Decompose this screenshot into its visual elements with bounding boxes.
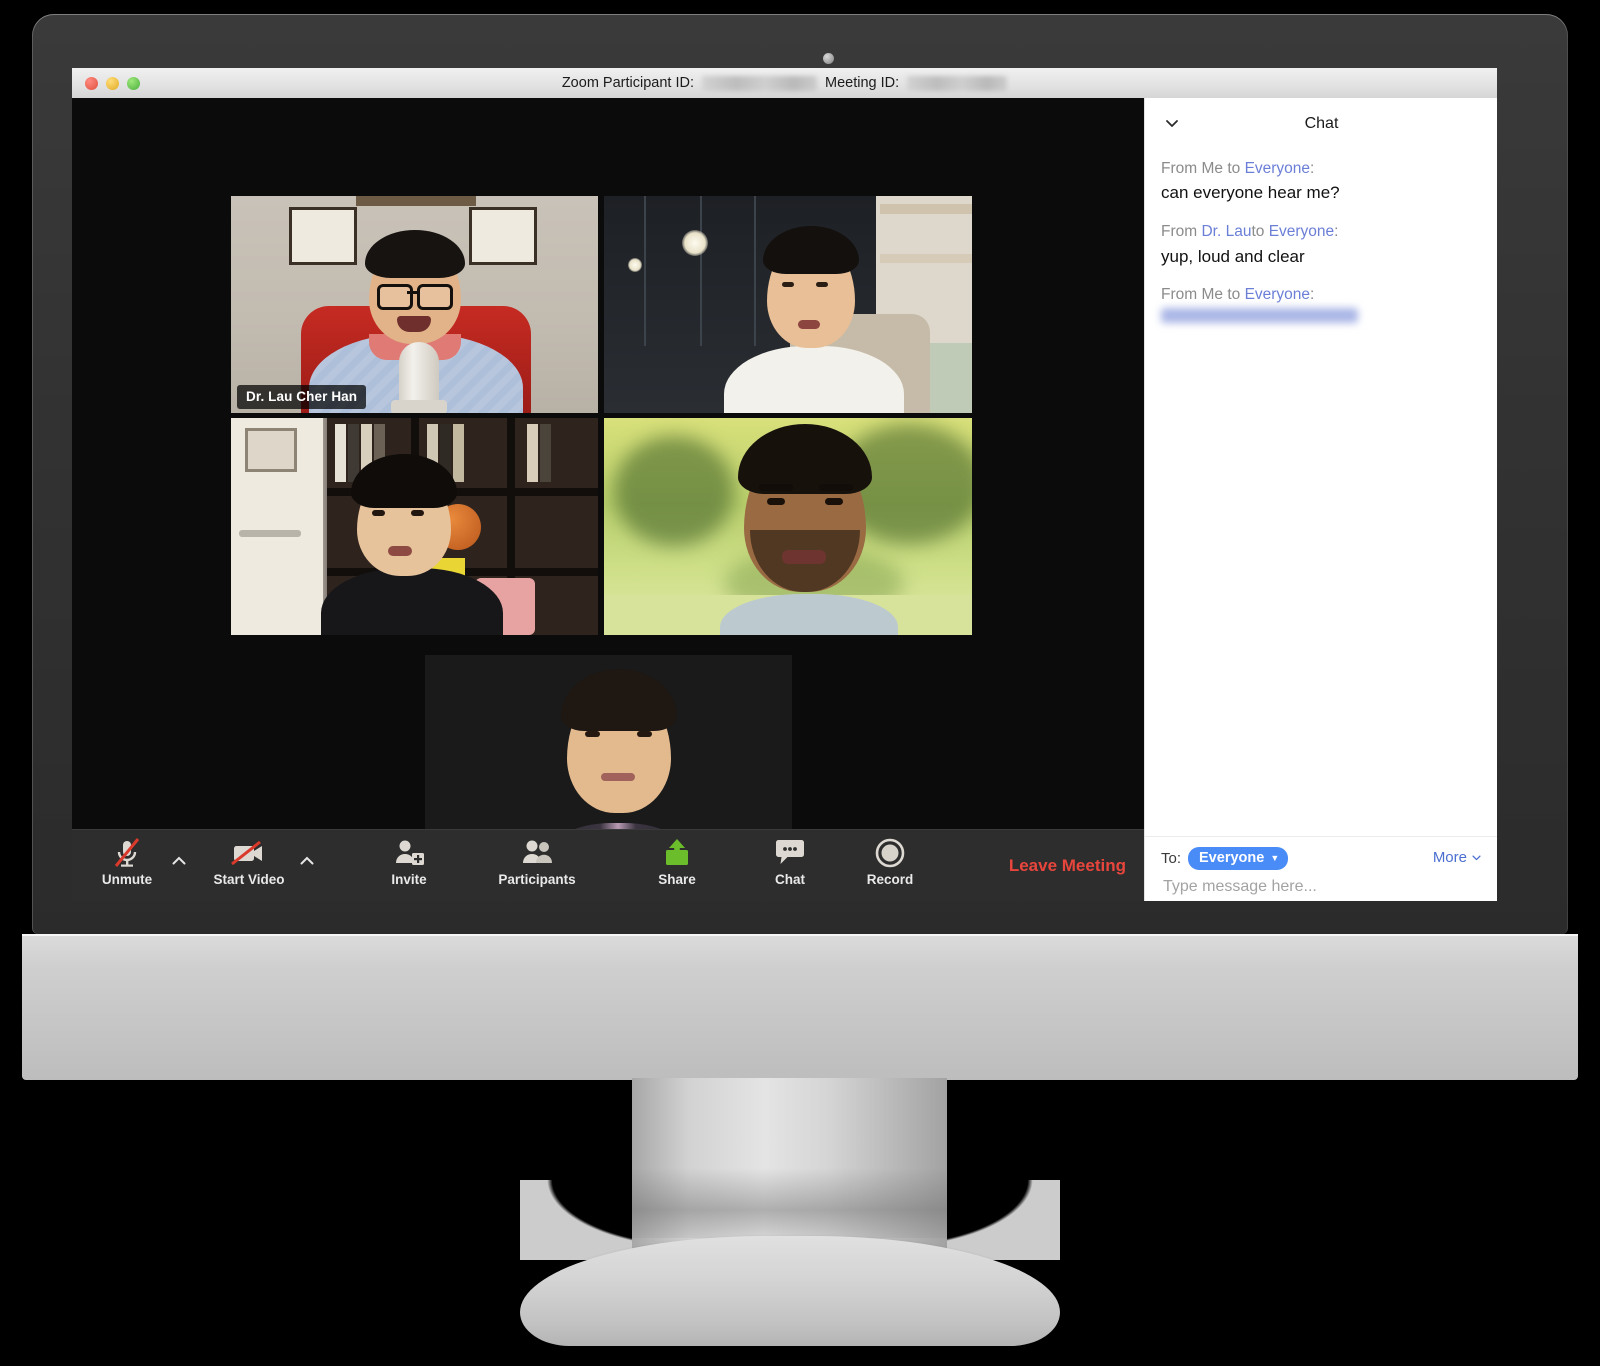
video-tile-participant-2[interactable]	[604, 196, 972, 413]
zoom-application-window: Zoom Participant ID: Meeting ID: Dr. Lau…	[72, 68, 1497, 901]
chat-message: From Me to Everyone: can everyone hear m…	[1161, 158, 1482, 206]
share-screen-icon	[661, 836, 693, 870]
microphone-muted-icon	[110, 836, 144, 870]
participants-label: Participants	[498, 872, 576, 887]
invite-person-icon	[393, 836, 425, 870]
share-screen-button[interactable]: Share	[634, 836, 720, 887]
invite-label: Invite	[391, 872, 427, 887]
monitor-chin	[22, 934, 1578, 1080]
participant-id-value	[702, 75, 817, 91]
chat-panel-header: Chat	[1145, 98, 1497, 150]
chat-panel: Chat From Me to Everyone: can everyone h…	[1144, 98, 1497, 901]
chat-msg-suffix: :	[1334, 223, 1339, 241]
video-tile-participant-4[interactable]	[604, 418, 972, 635]
window-titlebar: Zoom Participant ID: Meeting ID:	[72, 68, 1497, 99]
video-gallery: Dr. Lau Cher Han	[72, 98, 1144, 872]
chat-message-header: From Me to Everyone:	[1161, 158, 1482, 180]
video-tile-participant-3[interactable]	[231, 418, 598, 635]
record-button[interactable]: Record	[847, 836, 933, 887]
chevron-down-icon[interactable]	[1161, 112, 1183, 134]
chat-message: From Me to Everyone:	[1161, 284, 1482, 327]
record-circle-icon	[874, 836, 906, 870]
chat-msg-suffix: :	[1310, 160, 1315, 177]
chat-msg-recipient: Everyone	[1268, 223, 1335, 241]
chat-to-label: To:	[1161, 850, 1182, 867]
video-options-caret[interactable]	[296, 850, 318, 872]
chat-message-header: From Dr. Lauto Everyone:	[1161, 221, 1482, 243]
chat-msg-prefix: From	[1161, 223, 1202, 241]
chat-label: Chat	[775, 872, 805, 887]
chat-msg-suffix: :	[1310, 286, 1315, 304]
participant-name-tag: Dr. Lau Cher Han	[237, 385, 367, 409]
start-video-label: Start Video	[213, 872, 285, 887]
unmute-label: Unmute	[101, 872, 153, 887]
chat-msg-middle: to	[1223, 160, 1245, 177]
chevron-down-icon	[1472, 855, 1481, 861]
chat-message: From Dr. Lauto Everyone: yup, loud and c…	[1161, 221, 1482, 269]
participants-button[interactable]: Participants	[494, 836, 580, 887]
unmute-button[interactable]: Unmute	[84, 836, 170, 887]
chat-message-body: yup, loud and clear	[1161, 246, 1305, 266]
share-label: Share	[658, 872, 696, 887]
chat-msg-prefix: From	[1161, 160, 1202, 177]
invite-button[interactable]: Invite	[366, 836, 452, 887]
chat-msg-sender: Me	[1201, 286, 1224, 304]
chat-message-body-redacted[interactable]	[1161, 307, 1358, 323]
chat-button[interactable]: Chat	[747, 836, 833, 887]
chat-bubble-icon	[773, 836, 807, 870]
video-feed	[231, 196, 598, 413]
chat-more-button[interactable]: More	[1433, 849, 1482, 866]
webcam-icon	[823, 53, 834, 64]
chat-more-label: More	[1432, 849, 1467, 866]
chat-msg-prefix: From	[1161, 286, 1202, 304]
chat-msg-middle: to	[1223, 286, 1245, 304]
video-feed	[231, 418, 598, 635]
chat-message-body: can everyone hear me?	[1161, 183, 1340, 203]
meeting-toolbar: Unmute Start Video Invite Participants S…	[72, 829, 1144, 901]
meeting-id-label: Meeting ID:	[825, 75, 900, 91]
chat-composer: To: Everyone ▼ More	[1145, 836, 1497, 901]
audio-options-caret[interactable]	[168, 850, 190, 872]
chat-msg-middle: to	[1251, 223, 1269, 241]
video-feed	[604, 196, 972, 413]
chat-panel-title: Chat	[1304, 115, 1339, 132]
meeting-id-value	[907, 75, 1008, 91]
video-off-icon	[230, 836, 268, 870]
video-feed	[604, 418, 972, 635]
chat-recipient-value: Everyone	[1199, 850, 1265, 866]
record-label: Record	[866, 872, 914, 887]
meeting-toolbar-bar: Unmute Start Video Invite Participants S…	[72, 829, 1144, 901]
chat-msg-sender: Me	[1201, 160, 1224, 177]
chat-msg-recipient: Everyone	[1244, 286, 1311, 304]
chat-message-list: From Me to Everyone: can everyone hear m…	[1145, 150, 1497, 840]
window-title: Zoom Participant ID: Meeting ID:	[72, 68, 1497, 98]
chevron-down-icon: ▼	[1270, 853, 1280, 863]
chat-msg-recipient: Everyone	[1244, 160, 1311, 177]
chat-message-input[interactable]	[1161, 877, 1465, 897]
chat-recipient-dropdown[interactable]: Everyone ▼	[1188, 847, 1289, 870]
participants-icon	[519, 836, 555, 870]
chat-msg-sender: Dr. Lau	[1201, 223, 1252, 241]
chat-message-header: From Me to Everyone:	[1161, 284, 1482, 306]
chat-recipient-row: To: Everyone ▼	[1161, 847, 1289, 870]
participant-id-label: Zoom Participant ID:	[561, 75, 694, 91]
video-tile-participant-1[interactable]: Dr. Lau Cher Han	[231, 196, 598, 413]
leave-meeting-button[interactable]: Leave Meeting	[1009, 856, 1126, 876]
start-video-button[interactable]: Start Video	[206, 836, 292, 887]
